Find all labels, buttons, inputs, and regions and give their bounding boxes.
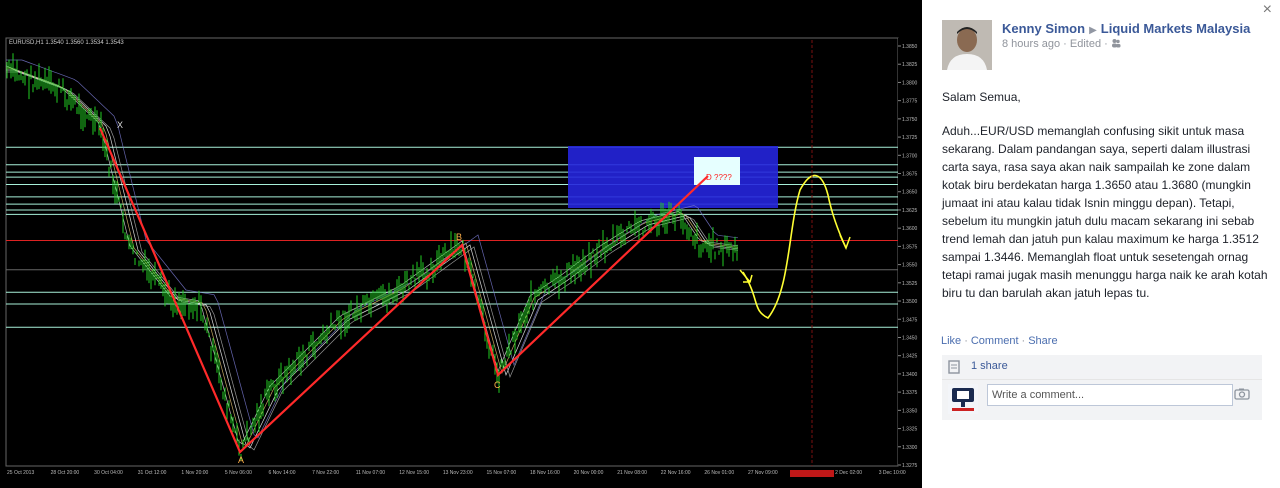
meta-separator: · (1063, 38, 1070, 50)
share-button[interactable]: Share (1028, 335, 1057, 347)
camera-icon[interactable] (1234, 388, 1250, 400)
share-icon (948, 360, 960, 374)
author-name[interactable]: Kenny Simon (1002, 21, 1085, 36)
meta-separator: · (1104, 38, 1111, 50)
y-tick-label: 1.3550 (902, 263, 918, 269)
wave-label: B (456, 232, 462, 242)
x-tick-label: 28 Oct 20:00 (51, 470, 80, 476)
wave-label: D ???? (706, 173, 732, 182)
wave-label: A (238, 455, 244, 465)
y-tick-label: 1.3775 (902, 99, 918, 105)
x-tick-label: 13 Nov 23:00 (443, 470, 473, 476)
photo-viewer: EURUSD,H1 1.3540 1.3560 1.3534 1.3543 1.… (0, 0, 922, 488)
y-tick-label: 1.3350 (902, 408, 918, 414)
y-tick-label: 1.3800 (902, 80, 918, 86)
chart-title: EURUSD,H1 1.3540 1.3560 1.3534 1.3543 (9, 40, 124, 46)
shares-row: 1 share (942, 355, 1262, 379)
x-tick-label: 31 Oct 12:00 (138, 470, 167, 476)
x-tick-label: 12 Nov 15:00 (399, 470, 429, 476)
x-tick-label: 1 Nov 20:00 (181, 470, 208, 476)
y-tick-label: 1.3375 (902, 390, 918, 396)
post-panel: × Kenny Simon ▶ Liquid Markets Malaysia 8 … (922, 0, 1280, 488)
y-tick-label: 1.3650 (902, 190, 918, 196)
x-tick-label: 26 Nov 01:00 (704, 470, 734, 476)
comment-composer: Write a comment... (942, 379, 1262, 420)
x-tick-label: 11 Nov 07:00 (356, 470, 386, 476)
x-tick-label: 18 Nov 16:00 (530, 470, 560, 476)
forex-chart: EURUSD,H1 1.3540 1.3560 1.3534 1.3543 1.… (5, 37, 920, 477)
group-name[interactable]: Liquid Markets Malaysia (1101, 21, 1251, 36)
x-tick-label: 30 Oct 04:00 (94, 470, 123, 476)
like-button[interactable]: Like (941, 335, 961, 347)
post-body: Salam Semua, Aduh...EUR/USD memanglah co… (942, 88, 1268, 318)
y-tick-label: 1.3500 (902, 299, 918, 305)
wave-label: C (494, 380, 501, 390)
post-actions: Like · Comment · Share (941, 335, 1058, 347)
x-tick-label: 27 Nov 09:00 (748, 470, 778, 476)
x-tick-label: 6 Nov 14:00 (269, 470, 296, 476)
x-tick-label: 21 Nov 08:00 (617, 470, 647, 476)
y-tick-label: 1.3425 (902, 354, 918, 360)
y-tick-label: 1.3525 (902, 281, 918, 287)
edited-label[interactable]: Edited (1070, 38, 1101, 50)
x-tick-label: 25 Oct 2013 (7, 470, 34, 476)
y-tick-label: 1.3575 (902, 244, 918, 250)
x-tick-label: 20 Nov 00:00 (574, 470, 604, 476)
time-axis: 25 Oct 2013 28 Oct 20:00 30 Oct 04:00 31 Oc… (7, 470, 906, 476)
y-tick-label: 1.3675 (902, 172, 918, 178)
post-header: Kenny Simon ▶ Liquid Markets Malaysia (1002, 21, 1250, 36)
close-icon[interactable]: × (1263, 2, 1272, 18)
y-tick-label: 1.3850 (902, 44, 918, 50)
time-marker (790, 470, 834, 477)
target-zone-box (568, 146, 778, 208)
y-tick-label: 1.3475 (902, 317, 918, 323)
post-meta: 8 hours ago · Edited · (1002, 38, 1121, 50)
x-tick-label: 3 Dec 10:00 (879, 470, 906, 476)
x-tick-label: 5 Nov 06:00 (225, 470, 252, 476)
x-tick-label: 7 Nov 22:00 (312, 470, 339, 476)
y-tick-label: 1.3725 (902, 135, 918, 141)
comment-input[interactable]: Write a comment... (987, 384, 1233, 406)
y-tick-label: 1.3700 (902, 153, 918, 159)
commenter-avatar (948, 384, 978, 414)
x-tick-label: 2 Dec 02:00 (835, 470, 862, 476)
y-tick-label: 1.3750 (902, 117, 918, 123)
y-tick-label: 1.3600 (902, 226, 918, 232)
y-tick-label: 1.3450 (902, 335, 918, 341)
y-tick-label: 1.3400 (902, 372, 918, 378)
y-tick-label: 1.3275 (902, 463, 918, 469)
people-icon (1111, 39, 1121, 48)
comment-button[interactable]: Comment (971, 335, 1019, 347)
post-greeting: Salam Semua, (942, 90, 1021, 104)
y-tick-label: 1.3325 (902, 427, 918, 433)
share-count[interactable]: 1 share (971, 360, 1008, 372)
arrow-right-icon: ▶ (1089, 25, 1097, 36)
post-text: Aduh...EUR/USD memanglah confusing sikit… (942, 124, 1268, 300)
y-tick-label: 1.3625 (902, 208, 918, 214)
wave-label: X (117, 120, 123, 130)
x-tick-label: 22 Nov 16:00 (661, 470, 691, 476)
x-tick-label: 15 Nov 07:00 (486, 470, 516, 476)
author-avatar[interactable] (942, 20, 992, 70)
y-tick-label: 1.3825 (902, 62, 918, 68)
y-tick-label: 1.3300 (902, 445, 918, 451)
post-time[interactable]: 8 hours ago (1002, 38, 1060, 50)
